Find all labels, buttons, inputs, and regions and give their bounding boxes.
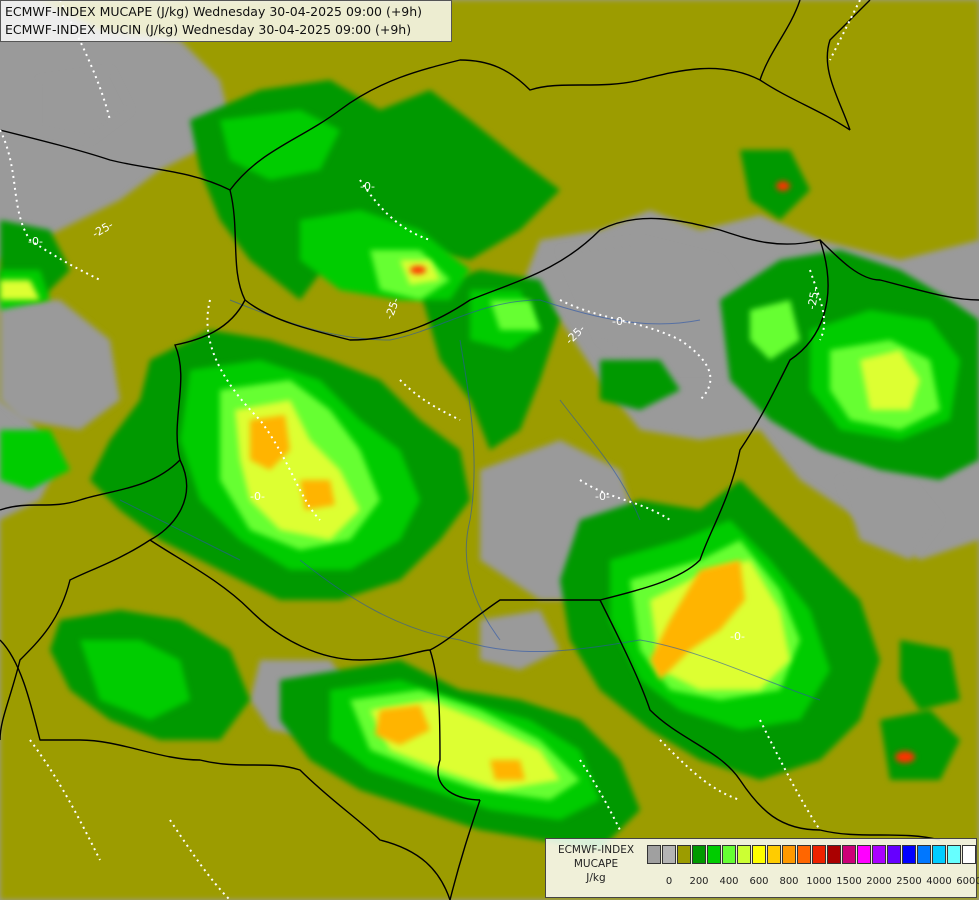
legend-tick-label: 200 bbox=[689, 876, 709, 887]
legend-swatch bbox=[827, 845, 841, 864]
legend-swatch bbox=[887, 845, 901, 864]
legend-tick-label: 1000 bbox=[806, 876, 832, 887]
title-mucin: ECMWF-INDEX MUCIN (J/kg) Wednesday 30-04… bbox=[5, 22, 412, 37]
legend-tick-label: 400 bbox=[719, 876, 739, 887]
legend-tick-label: 800 bbox=[779, 876, 799, 887]
legend-tick-label: 6000 bbox=[956, 876, 979, 887]
contour-label: -0- bbox=[730, 630, 745, 643]
legend-tick-label: 4000 bbox=[926, 876, 952, 887]
legend-swatches bbox=[647, 845, 977, 864]
contour-label: -0- bbox=[360, 180, 375, 193]
legend-swatch bbox=[947, 845, 961, 864]
legend-parameter: MUCAPE bbox=[573, 858, 619, 870]
legend-swatch bbox=[797, 845, 811, 864]
legend-swatch bbox=[902, 845, 916, 864]
legend-unit: J/kg bbox=[586, 872, 606, 884]
legend-swatch bbox=[872, 845, 886, 864]
legend-swatch bbox=[707, 845, 721, 864]
legend-model: ECMWF-INDEX bbox=[557, 844, 635, 856]
contour-label: -0- bbox=[250, 490, 265, 503]
mucape-map: -0- -0- -0- -0- -0- -0- -25- -25- -25- -… bbox=[0, 0, 979, 900]
legend-swatch bbox=[767, 845, 781, 864]
color-legend: ECMWF-INDEX MUCAPE J/kg 0 200 400 600 800 100… bbox=[545, 838, 979, 898]
contour-label: -0- bbox=[595, 490, 610, 503]
legend-swatch bbox=[662, 845, 676, 864]
legend-tick-label: 0 bbox=[665, 876, 673, 887]
legend-swatch bbox=[737, 845, 751, 864]
contour-label: -0- bbox=[28, 235, 43, 248]
map-title-box: ECMWF-INDEX MUCAPE (J/kg) Wednesday 30-0… bbox=[0, 0, 452, 42]
legend-swatch bbox=[857, 845, 871, 864]
legend-tick-label: 600 bbox=[749, 876, 769, 887]
contour-label: -0- bbox=[612, 315, 627, 328]
legend-swatch bbox=[752, 845, 766, 864]
legend-tick-label: 2500 bbox=[896, 876, 922, 887]
legend-swatch bbox=[932, 845, 946, 864]
legend-swatch bbox=[842, 845, 856, 864]
legend-label: ECMWF-INDEX MUCAPE J/kg bbox=[546, 843, 646, 885]
legend-swatch bbox=[647, 845, 661, 864]
legend-swatch bbox=[782, 845, 796, 864]
title-mucape: ECMWF-INDEX MUCAPE (J/kg) Wednesday 30-0… bbox=[5, 4, 423, 19]
legend-swatch bbox=[692, 845, 706, 864]
legend-swatch bbox=[722, 845, 736, 864]
legend-swatch bbox=[812, 845, 826, 864]
legend-tick-label: 2000 bbox=[866, 876, 892, 887]
legend-swatch bbox=[677, 845, 691, 864]
legend-tick-label: 1500 bbox=[836, 876, 862, 887]
legend-swatch bbox=[917, 845, 931, 864]
legend-swatch bbox=[962, 845, 976, 864]
